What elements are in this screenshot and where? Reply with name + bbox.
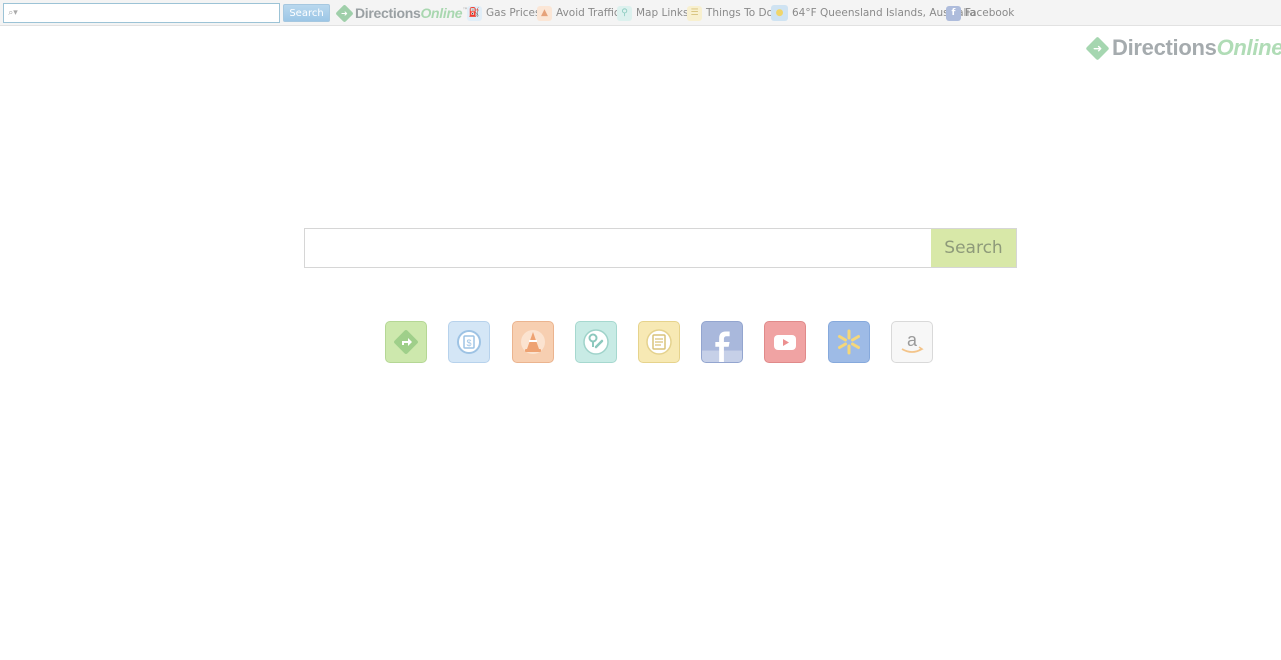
weather-sun-icon: ●: [771, 5, 788, 21]
list-icon: [646, 329, 672, 355]
gas-icon: ⛽: [467, 5, 482, 21]
shortcut-traffic[interactable]: [512, 321, 554, 363]
directions-logo-icon: [1085, 35, 1110, 61]
logo-text-online: Online: [420, 5, 463, 21]
traffic-cone-icon: [521, 330, 545, 354]
shortcut-amazon[interactable]: a: [891, 321, 933, 363]
toolbar-item-facebook[interactable]: f Facebook: [946, 4, 1014, 22]
toolbar-item-label: Things To Do: [706, 7, 774, 19]
shortcut-directions[interactable]: [385, 321, 427, 363]
shortcut-map-links[interactable]: [575, 321, 617, 363]
traffic-cone-icon: ▲: [537, 5, 552, 21]
toolbar-item-map-links[interactable]: ⚲ Map Links: [617, 4, 688, 22]
toolbar-item-avoid-traffic[interactable]: ▲ Avoid Traffic: [537, 4, 620, 22]
walmart-icon: [838, 329, 860, 355]
main-search-input[interactable]: [305, 229, 931, 267]
youtube-icon: [774, 335, 796, 350]
toolbar-logo[interactable]: Directions Online ™: [335, 3, 468, 23]
svg-text:$: $: [466, 338, 471, 348]
toolbar-search-box: ⌕▾: [3, 3, 280, 23]
shortcut-tiles: $ a: [385, 321, 945, 365]
shortcut-walmart[interactable]: [828, 321, 870, 363]
map-pin-icon: [583, 329, 609, 355]
toolbar-item-things-to-do[interactable]: ☰ Things To Do: [687, 4, 773, 22]
shortcut-things-to-do[interactable]: [638, 321, 680, 363]
amazon-icon: a: [901, 330, 924, 353]
shortcut-gas-prices[interactable]: $: [448, 321, 490, 363]
shortcut-youtube[interactable]: [764, 321, 806, 363]
list-icon: ☰: [687, 5, 702, 21]
extension-toolbar: ⌕▾ Search Directions Online ™ ⛽ Gas Pric…: [0, 0, 1281, 26]
toolbar-item-label: Facebook: [965, 7, 1015, 19]
directions-icon: [394, 330, 418, 354]
logo-text-directions: Directions: [355, 5, 421, 21]
logo-text-directions: Directions: [1112, 35, 1217, 60]
toolbar-search-input[interactable]: [22, 5, 279, 21]
toolbar-item-gas-prices[interactable]: ⛽ Gas Prices: [467, 4, 540, 22]
directions-logo-icon: [335, 3, 354, 23]
search-dropdown-icon[interactable]: ⌕▾: [4, 4, 22, 22]
main-search-bar: Search: [304, 228, 1017, 268]
main-logo[interactable]: Directions Online ™: [1085, 34, 1281, 62]
main-search-button[interactable]: Search: [931, 229, 1016, 267]
logo-text-online: Online: [1216, 35, 1281, 60]
gas-price-icon: $: [457, 330, 481, 354]
svg-text:a: a: [907, 330, 918, 350]
facebook-icon: f: [946, 5, 961, 21]
toolbar-item-label: Gas Prices: [486, 7, 541, 19]
toolbar-item-label: Avoid Traffic: [556, 7, 620, 19]
toolbar-search-button[interactable]: Search: [283, 4, 330, 22]
facebook-icon: [702, 331, 742, 362]
toolbar-item-label: Map Links: [636, 7, 689, 19]
map-pin-icon: ⚲: [617, 5, 632, 21]
shortcut-facebook[interactable]: [701, 321, 743, 363]
